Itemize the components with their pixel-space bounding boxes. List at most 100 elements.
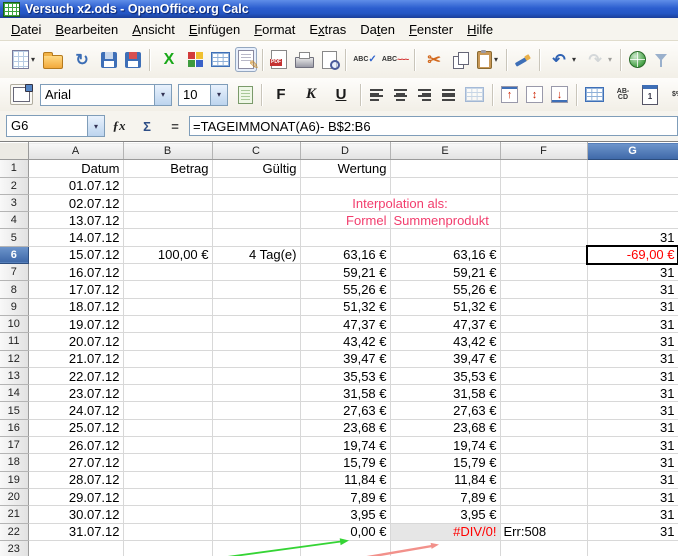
row-header-14[interactable]: 14 (0, 385, 28, 402)
menu-hilfe[interactable]: Hilfe (460, 20, 500, 39)
cell-C2[interactable] (212, 177, 300, 194)
cell-F19[interactable] (500, 471, 587, 488)
cell-G23[interactable] (587, 540, 678, 556)
cell-G7[interactable]: 31 (587, 264, 678, 281)
row-header-11[interactable]: 11 (0, 333, 28, 350)
cell-A3[interactable]: 02.07.12 (28, 194, 123, 211)
cell-B8[interactable] (123, 281, 212, 298)
cell-G6[interactable]: -69,00 € (587, 246, 678, 263)
cut-button[interactable]: ✂ (420, 46, 448, 74)
cell-B3[interactable] (123, 194, 212, 211)
row-header-20[interactable]: 20 (0, 488, 28, 505)
undo-dropdown-icon[interactable]: ▾ (572, 55, 576, 64)
cell-D9[interactable]: 51,32 € (300, 298, 390, 315)
name-box[interactable]: G6 ▾ (6, 115, 105, 137)
cell-C17[interactable] (212, 437, 300, 454)
cell-E14[interactable]: 31,58 € (390, 385, 500, 402)
align-justified-button[interactable] (438, 84, 460, 106)
cell-B11[interactable] (123, 333, 212, 350)
cell-B18[interactable] (123, 454, 212, 471)
cell-A14[interactable]: 23.07.12 (28, 385, 123, 402)
cell-A11[interactable]: 20.07.12 (28, 333, 123, 350)
cell-E9[interactable]: 51,32 € (390, 298, 500, 315)
borders-button[interactable] (582, 84, 607, 105)
align-right-button[interactable] (414, 84, 436, 106)
align-left-button[interactable] (366, 84, 388, 106)
cell-F20[interactable] (500, 488, 587, 505)
cell-B4[interactable] (123, 212, 212, 229)
cell-F23[interactable] (500, 540, 587, 556)
menu-daten[interactable]: Daten (353, 20, 402, 39)
cell-D8[interactable]: 55,26 € (300, 281, 390, 298)
clear-direct-formatting-button[interactable] (235, 83, 256, 107)
new-spreadsheet-button[interactable]: ▾ (9, 47, 38, 72)
cell-E11[interactable]: 43,42 € (390, 333, 500, 350)
undo-button[interactable]: ↶▾ (545, 46, 579, 74)
cell-E19[interactable]: 11,84 € (390, 471, 500, 488)
cell-C13[interactable] (212, 367, 300, 384)
cell-E13[interactable]: 35,53 € (390, 367, 500, 384)
cell-F5[interactable] (500, 229, 587, 246)
cell-B6[interactable]: 100,00 € (123, 246, 212, 263)
copy-button[interactable] (450, 49, 472, 71)
cell-G3[interactable] (587, 194, 678, 211)
italic-button[interactable]: K (297, 81, 325, 109)
cell-B21[interactable] (123, 506, 212, 523)
export-pdf-button[interactable] (268, 47, 290, 72)
insert-table-button[interactable] (208, 49, 233, 70)
row-header-12[interactable]: 12 (0, 350, 28, 367)
cell-E15[interactable]: 27,63 € (390, 402, 500, 419)
cell-D7[interactable]: 59,21 € (300, 264, 390, 281)
row-header-5[interactable]: 5 (0, 229, 28, 246)
cell-A15[interactable]: 24.07.12 (28, 402, 123, 419)
cell-D11[interactable]: 43,42 € (300, 333, 390, 350)
cell-A8[interactable]: 17.07.12 (28, 281, 123, 298)
cell-E7[interactable]: 59,21 € (390, 264, 500, 281)
cell-F10[interactable] (500, 315, 587, 332)
cell-C23[interactable] (212, 540, 300, 556)
edit-file-button[interactable] (235, 47, 257, 72)
menu-datei[interactable]: Datei (4, 20, 48, 39)
cell-A21[interactable]: 30.07.12 (28, 506, 123, 523)
cell-B20[interactable] (123, 488, 212, 505)
cell-E17[interactable]: 19,74 € (390, 437, 500, 454)
open-button[interactable] (40, 48, 66, 72)
cell-A10[interactable]: 19.07.12 (28, 315, 123, 332)
cell-E20[interactable]: 7,89 € (390, 488, 500, 505)
cell-B22[interactable] (123, 523, 212, 540)
cell-G20[interactable]: 31 (587, 488, 678, 505)
cell-B12[interactable] (123, 350, 212, 367)
cell-A1[interactable]: Datum (28, 160, 123, 177)
cell-B14[interactable] (123, 385, 212, 402)
cell-A23[interactable] (28, 540, 123, 556)
row-header-7[interactable]: 7 (0, 264, 28, 281)
wrap-text-button[interactable]: AB- CD (609, 81, 637, 109)
cell-F21[interactable] (500, 506, 587, 523)
cell-G21[interactable]: 31 (587, 506, 678, 523)
row-header-9[interactable]: 9 (0, 298, 28, 315)
cell-D13[interactable]: 35,53 € (300, 367, 390, 384)
name-box-dropdown-icon[interactable]: ▾ (87, 116, 104, 136)
cell-C16[interactable] (212, 419, 300, 436)
cell-B15[interactable] (123, 402, 212, 419)
cell-A16[interactable]: 25.07.12 (28, 419, 123, 436)
align-center-button[interactable] (390, 84, 412, 106)
cell-D12[interactable]: 39,47 € (300, 350, 390, 367)
cell-D15[interactable]: 27,63 € (300, 402, 390, 419)
cell-C4[interactable] (212, 212, 300, 229)
function-wizard-button[interactable]: ƒx (107, 116, 131, 136)
cell-F9[interactable] (500, 298, 587, 315)
save-as-button[interactable] (122, 49, 144, 71)
cell-B16[interactable] (123, 419, 212, 436)
row-header-18[interactable]: 18 (0, 454, 28, 471)
cell-D2[interactable] (300, 177, 390, 194)
cell-A20[interactable]: 29.07.12 (28, 488, 123, 505)
cell-B23[interactable] (123, 540, 212, 556)
cell-F16[interactable] (500, 419, 587, 436)
cell-G14[interactable]: 31 (587, 385, 678, 402)
row-header-10[interactable]: 10 (0, 315, 28, 332)
cell-G4[interactable] (587, 212, 678, 229)
cell-C14[interactable] (212, 385, 300, 402)
cell-A2[interactable]: 01.07.12 (28, 177, 123, 194)
cell-C8[interactable] (212, 281, 300, 298)
